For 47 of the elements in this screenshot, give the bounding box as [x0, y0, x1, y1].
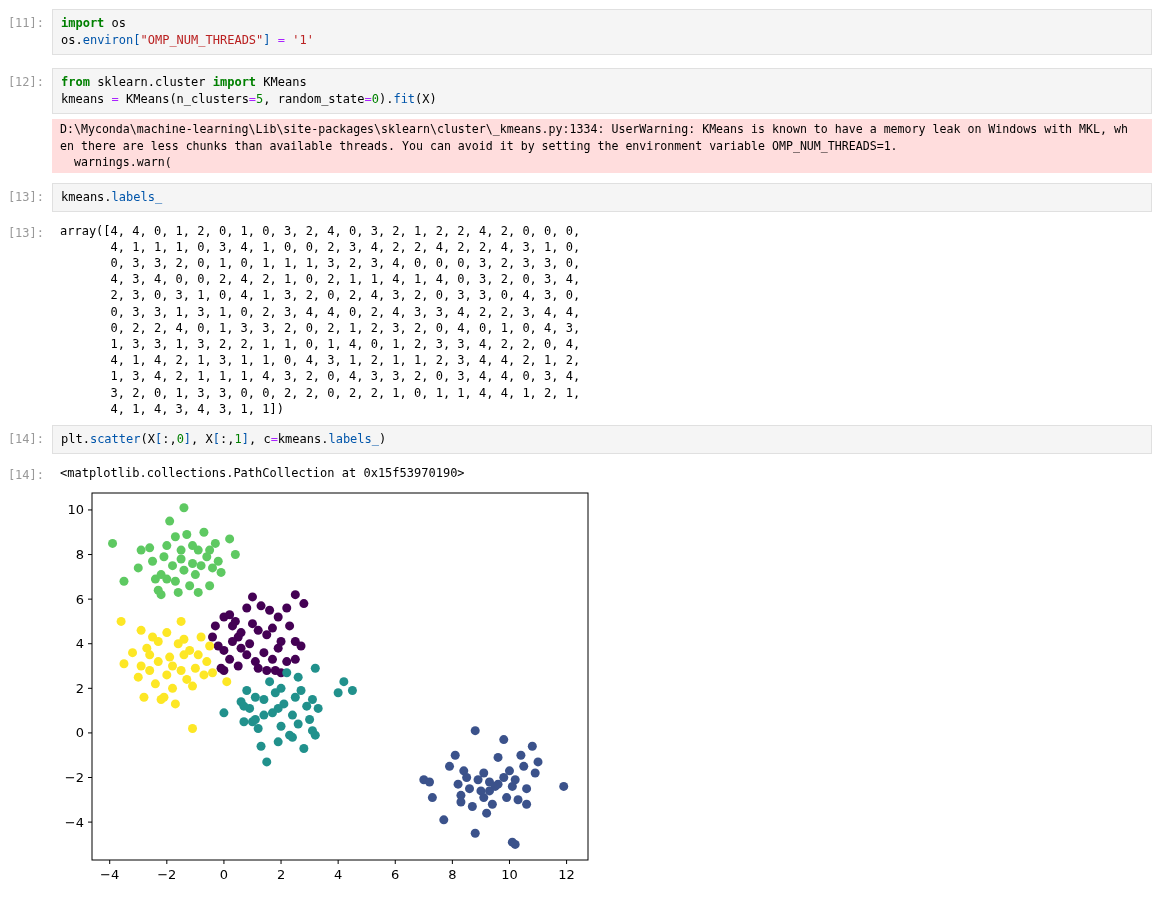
tick-label: 4	[75, 636, 84, 652]
tick-label: 8	[75, 547, 84, 562]
tick-mark	[394, 859, 396, 865]
execution-count: [13]:	[6, 224, 45, 242]
execution-count: [14]:	[6, 466, 45, 484]
tick-label: 4	[334, 866, 343, 882]
tick-mark	[566, 859, 568, 865]
tick-mark	[87, 554, 93, 555]
tick-mark	[508, 859, 510, 865]
tick-mark	[87, 509, 93, 511]
tick-mark	[87, 732, 93, 734]
tick-mark	[87, 687, 93, 689]
tick-mark	[87, 643, 93, 645]
tick-mark	[223, 859, 225, 865]
tick-label: 12	[558, 866, 575, 882]
tick-label: 10	[67, 502, 84, 518]
tick-mark	[87, 776, 93, 778]
tick-label: 6	[75, 591, 84, 607]
execution-count: [11]:	[6, 15, 45, 32]
tick-label: −2	[157, 866, 177, 882]
execution-count: [12]:	[6, 74, 45, 91]
tick-label: 6	[391, 866, 400, 882]
code-cell[interactable]: import os os.environ["OMP_NUM_THREADS"] = '1'	[52, 9, 1152, 55]
tick-label: 0	[75, 725, 84, 741]
tick-label: −2	[64, 769, 84, 785]
tick-mark	[337, 859, 339, 865]
tick-label: 10	[501, 866, 518, 882]
tick-mark	[166, 859, 168, 865]
tick-label: −4	[100, 866, 120, 882]
tick-mark	[87, 821, 93, 823]
code-cell[interactable]: kmeans.labels_	[52, 182, 1152, 212]
code-cell[interactable]: from sklearn.cluster import KMeans kmeans = KMeans(n_clusters=5, random_state=0).fit(X)	[52, 68, 1152, 114]
tick-mark	[109, 859, 111, 865]
tick-mark	[280, 859, 282, 865]
code-cell[interactable]: plt.scatter(X[:,0], X[:,1], c=kmeans.labels_)	[52, 424, 1152, 454]
output-text: array([4, 4, 0, 1, 2, 0, 1, 0, 3, 2, 4, 0, 3, 2, 1, 2, 2, 4, 2, 0, 0, 0, 4, 1, 1, 1, 0, 3, 4, 1, 0, 0, 2, 3, 4, 2, 2, 4, 2, 2, 4, 3, 1, 0, 0, 3, 3, 2, 0, 1, 0, 1, 1, 1, 3, 2, 3, 4, 0, 0, 0, 3, 2, 3, 3, 0, 4, 3, 4, 0, 0, 2, 4, 2, 1, 0, 2, 1, 1, 4, 1, 4, 0, 3, 2, 0, 3, 4, 2, 3, 0, 3, 1, 0, 4, 1, 3, 2, 0, 2, 4, 3, 2, 0, 3, 3, 0, 4, 3, 0, 0, 3, 3, 1, 3, 1, 0, 2, 3, 4, 4, 0, 2, 4, 3, 3, 4, 2, 2, 3, 4, 4, 0, 2, 2, 4, 0, 1, 3, 3, 2, 0, 2, 1, 2, 3, 2, 0, 4, 0, 1, 0, 4, 3, 1, 3, 3, 1, 3, 2, 2, 1, 1, 0, 1, 4, 0, 1, 2, 3, 3, 4, 2, 2, 0, 4, 4, 1, 4, 2, 1, 3, 1, 1, 0, 4, 3, 1, 2, 1, 1, 2, 3, 4, 4, 2, 1, 2, 1, 3, 4, 2, 1, 1, 1, 4, 3, 2, 0, 4, 3, 3, 2, 0, 3, 4, 4, 0, 3, 4, 3, 2, 0, 1, 3, 3, 0, 0, 2, 2, 0, 2, 2, 1, 0, 1, 1, 4, 4, 1, 2, 1, 4, 1, 4, 3, 4, 3, 1, 1])	[59, 222, 582, 417]
tick-label: 8	[448, 866, 457, 882]
tick-label: 2	[276, 866, 286, 882]
tick-mark	[451, 859, 453, 865]
tick-label: 0	[219, 866, 229, 882]
execution-count: [13]:	[6, 188, 45, 206]
tick-label: −4	[64, 814, 84, 830]
warning-output: D:\Myconda\machine-learning\Lib\site-packages\sklearn\cluster\_kmeans.py:1334: UserWarning: KMeans is known to have a memory leak on Windows with MKL, wh en there are less chunks than available threads. You can avoid it by setting the environment variable OMP_NUM_THREADS=1. warnings.warn(	[52, 119, 1152, 173]
tick-label: 2	[75, 680, 84, 696]
execution-count: [14]:	[6, 430, 45, 448]
tick-mark	[87, 598, 93, 600]
output-text: <matplotlib.collections.PathCollection at 0x15f53970190>	[59, 464, 466, 482]
